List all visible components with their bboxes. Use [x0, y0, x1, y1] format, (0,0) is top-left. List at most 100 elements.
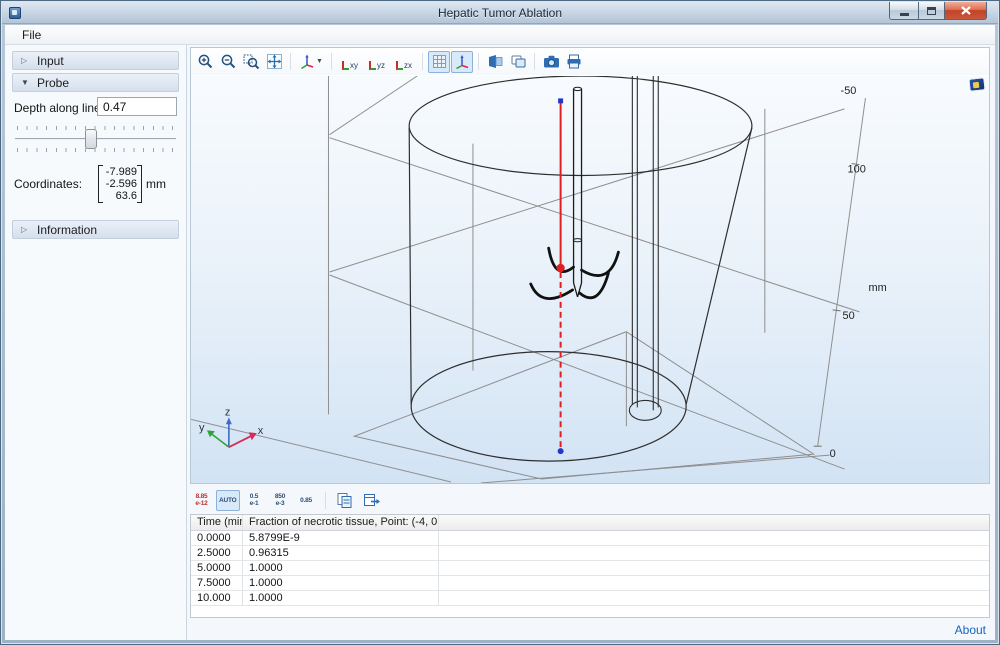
copy-table-icon	[336, 492, 353, 508]
decimal-notation-button[interactable]: 0.85	[295, 490, 318, 511]
export-table-button[interactable]	[360, 489, 384, 511]
col-header-time[interactable]: Time (min)	[191, 515, 243, 530]
axis-tick-100: 100	[848, 164, 866, 176]
cell-time: 10.000	[191, 591, 243, 605]
results-table[interactable]: Time (min) Fraction of necrotic tissue, …	[190, 514, 990, 618]
col-header-fraction[interactable]: Fraction of necrotic tissue, Point: (-4,…	[243, 515, 439, 530]
dropdown-caret-icon: ▼	[316, 58, 323, 65]
table-row[interactable]: 2.5000 0.96315	[191, 546, 989, 561]
show-axis-orientation-toggle[interactable]	[451, 51, 473, 73]
settings-sidebar: ▷ Input ▼ Probe Depth along line:	[5, 45, 187, 640]
printer-icon	[566, 54, 582, 69]
graphics-scene[interactable]: -50 100 50 mm 0	[191, 76, 989, 483]
chevron-down-icon: ▼	[21, 78, 37, 87]
scientific-label-bottom: e-1	[250, 500, 259, 507]
full-precision-label-bottom: e-12	[195, 500, 207, 507]
xy-view-label: xy	[350, 62, 358, 70]
show-grid-toggle[interactable]	[428, 51, 450, 73]
zoom-out-button[interactable]	[217, 51, 239, 73]
zoom-box-button[interactable]	[240, 51, 262, 73]
axis-orientation-icon	[454, 54, 470, 70]
app-content: ▷ Input ▼ Probe Depth along line:	[5, 45, 995, 640]
axis-scale: -50 100 50 mm 0	[814, 85, 887, 460]
print-button[interactable]	[563, 51, 585, 73]
triad-x-label: x	[258, 425, 264, 437]
section-information[interactable]: ▷ Information	[12, 220, 179, 239]
minimize-icon	[900, 13, 909, 16]
depth-along-line-input[interactable]	[97, 97, 177, 116]
table-row[interactable]: 10.000 1.0000	[191, 591, 989, 606]
default-3d-view-button[interactable]: ▼	[296, 51, 326, 73]
chevron-right-icon: ▷	[21, 225, 37, 234]
zoom-extents-button[interactable]	[263, 51, 285, 73]
cell-time: 7.5000	[191, 576, 243, 590]
close-button[interactable]	[945, 2, 987, 20]
go-to-yz-view-button[interactable]: yz	[364, 51, 390, 73]
slider-ticks-bottom	[17, 148, 174, 152]
graphics-panel: ▼ xy yz zx	[190, 47, 990, 484]
toolbar-separator	[325, 492, 326, 509]
probe-depth-point[interactable]	[556, 264, 564, 272]
coordinates-unit: mm	[146, 177, 166, 191]
engineering-label-top: 850	[275, 493, 285, 500]
yz-view-label: yz	[377, 62, 385, 70]
transparency-button[interactable]	[484, 51, 506, 73]
tissue-cylinder	[409, 76, 752, 461]
cell-time: 2.5000	[191, 546, 243, 560]
coordinates-row: Coordinates: -7.989 -2.596 63.6 mm	[14, 165, 177, 203]
toolbar-separator	[290, 53, 291, 70]
table-row[interactable]: 7.5000 1.0000	[191, 576, 989, 591]
zoom-out-icon	[220, 53, 237, 70]
coordinate-y: -2.596	[103, 178, 137, 190]
axis-mark-icon	[369, 61, 376, 70]
axis-unit-label: mm	[868, 282, 886, 294]
window-icon	[9, 7, 21, 19]
probe-section-body: Depth along line: Coordinates: -7.989 -2…	[14, 99, 177, 211]
scientific-notation-button[interactable]: 0.5 e-1	[243, 490, 266, 511]
section-probe[interactable]: ▼ Probe	[12, 73, 179, 92]
section-input-label: Input	[37, 54, 64, 68]
table-toolbar: 8.85 e-12 AUTO 0.5 e-1 850 e-3 0.85	[190, 488, 384, 512]
coordinate-z: 63.6	[103, 190, 137, 202]
cell-fraction: 1.0000	[243, 561, 439, 575]
title-bar[interactable]: Hepatic Tumor Ablation	[2, 2, 998, 24]
app-window: Hepatic Tumor Ablation File ▷ Input ▼	[0, 0, 1000, 645]
axis-mark-icon	[396, 61, 403, 70]
scientific-label-top: 0.5	[250, 493, 258, 500]
axis-tick-0: 0	[830, 448, 836, 460]
maximize-button[interactable]	[918, 2, 945, 20]
section-input[interactable]: ▷ Input	[12, 51, 179, 70]
zoom-in-button[interactable]	[194, 51, 216, 73]
full-precision-button[interactable]: 8.85 e-12	[190, 490, 213, 511]
window-controls	[889, 2, 987, 20]
go-to-zx-view-button[interactable]: zx	[391, 51, 417, 73]
axis-tick-50: 50	[843, 310, 855, 322]
coordinate-x: -7.989	[103, 166, 137, 178]
scene-light-button[interactable]	[507, 51, 529, 73]
slider-thumb[interactable]	[85, 129, 97, 149]
cell-fraction: 1.0000	[243, 576, 439, 590]
go-to-xy-view-button[interactable]: xy	[337, 51, 363, 73]
toolbar-separator	[478, 53, 479, 70]
about-link[interactable]: About	[955, 623, 986, 637]
scene-light-icon	[510, 54, 527, 69]
table-row[interactable]: 0.0000 5.8799E-9	[191, 531, 989, 546]
zx-view-label: zx	[404, 62, 412, 70]
minimize-button[interactable]	[889, 2, 918, 20]
export-table-icon	[363, 492, 381, 508]
triad-y-label: y	[199, 422, 205, 434]
engineering-notation-button[interactable]: 850 e-3	[269, 490, 292, 511]
zoom-in-icon	[197, 53, 214, 70]
graphics-view[interactable]: -50 100 50 mm 0	[191, 76, 989, 483]
plot-window-icon[interactable]	[968, 77, 985, 92]
table-row[interactable]: 5.0000 1.0000	[191, 561, 989, 576]
chevron-right-icon: ▷	[21, 56, 37, 65]
cell-time: 5.0000	[191, 561, 243, 575]
image-snapshot-button[interactable]	[540, 51, 562, 73]
depth-slider[interactable]	[14, 125, 177, 153]
automatic-notation-button[interactable]: AUTO	[216, 490, 240, 511]
copy-table-button[interactable]	[333, 489, 357, 511]
menu-file[interactable]: File	[16, 26, 47, 44]
decimal-label: 0.85	[300, 497, 312, 504]
probe-line[interactable]	[556, 98, 564, 454]
